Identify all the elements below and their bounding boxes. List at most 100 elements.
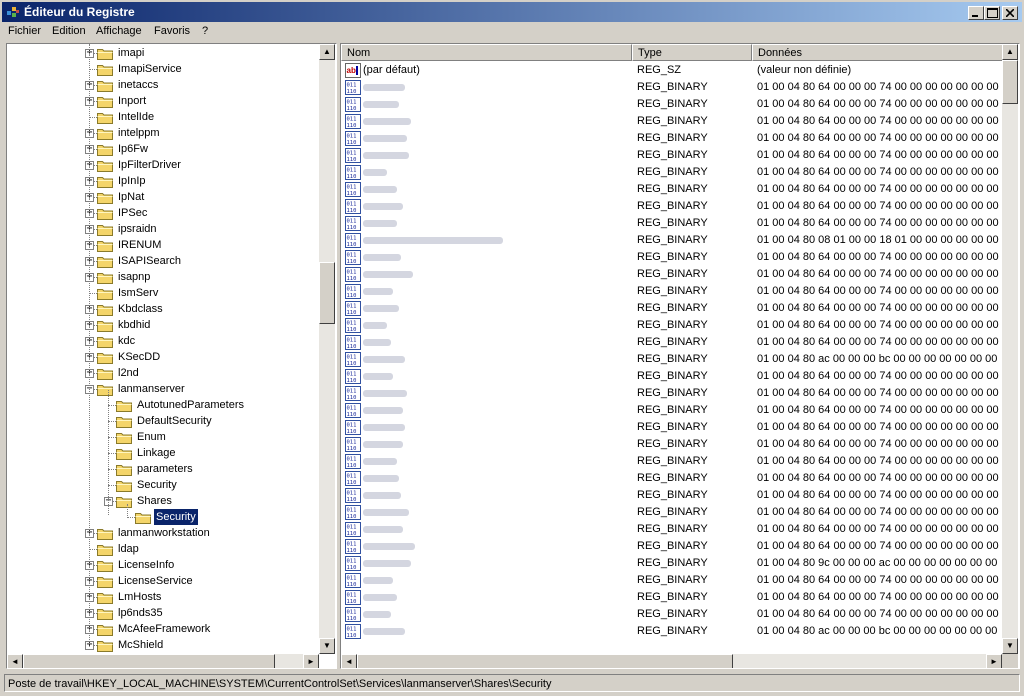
tree-node[interactable]: Enum [7, 429, 317, 445]
tree-node[interactable]: + isapnp [7, 269, 317, 285]
value-row[interactable]: 011 110 REG_BINARY 01 00 04 80 64 00 00 00 … [341, 334, 1001, 351]
tree-node[interactable]: + Inport [7, 93, 317, 109]
tree-node[interactable]: + Ip6Fw [7, 141, 317, 157]
maximize-button[interactable] [984, 6, 1000, 20]
list-scroll-down-button[interactable]: ▼ [1002, 638, 1018, 654]
value-row[interactable]: 011 110 REG_BINARY 01 00 04 80 64 00 00 00 … [341, 198, 1001, 215]
tree-node[interactable]: + KSecDD [7, 349, 317, 365]
value-row[interactable]: 011 110 REG_BINARY 01 00 04 80 64 00 00 00 … [341, 487, 1001, 504]
tree-node[interactable]: IsmServ [7, 285, 317, 301]
tree-scroll-up-button[interactable]: ▲ [319, 44, 335, 60]
tree-node[interactable]: + kdc [7, 333, 317, 349]
tree-node[interactable]: AutotunedParameters [7, 397, 317, 413]
list-scroll-left-button[interactable]: ◄ [341, 654, 357, 668]
list-scroll-right-button[interactable]: ► [986, 654, 1002, 668]
value-row[interactable]: 011 110 REG_BINARY 01 00 04 80 64 00 00 00 … [341, 215, 1001, 232]
column-header-nom[interactable]: Nom [341, 44, 632, 61]
value-row[interactable]: 011 110 REG_BINARY 01 00 04 80 64 00 00 00 … [341, 419, 1001, 436]
tree-node[interactable]: + ISAPISearch [7, 253, 317, 269]
tree-scroll-right-button[interactable]: ► [303, 654, 319, 668]
value-row[interactable]: 011 110 REG_BINARY 01 00 04 80 64 00 00 00 … [341, 385, 1001, 402]
tree-node[interactable]: DefaultSecurity [7, 413, 317, 429]
list-scroll-track[interactable] [1002, 60, 1018, 638]
tree-node[interactable]: Security [7, 508, 317, 526]
value-row[interactable]: 011 110 REG_BINARY 01 00 04 80 64 00 00 00 … [341, 283, 1001, 300]
tree-node[interactable]: + imapi [7, 45, 317, 61]
value-row[interactable]: 011 110 REG_BINARY 01 00 04 80 64 00 00 00 … [341, 368, 1001, 385]
tree-node[interactable]: + ipsraidn [7, 221, 317, 237]
tree-node[interactable]: − Shares [7, 493, 317, 509]
value-row[interactable]: 011 110 REG_BINARY 01 00 04 80 64 00 00 00 … [341, 572, 1001, 589]
tree-node[interactable]: + IpNat [7, 189, 317, 205]
value-row[interactable]: 011 110 REG_BINARY 01 00 04 80 64 00 00 00 … [341, 470, 1001, 487]
tree-node[interactable]: parameters [7, 461, 317, 477]
value-row[interactable]: 011 110 REG_BINARY 01 00 04 80 64 00 00 00 … [341, 147, 1001, 164]
value-row[interactable]: 011 110 REG_BINARY 01 00 04 80 ac 00 00 00 … [341, 623, 1001, 640]
tree-node[interactable]: ldap [7, 541, 317, 557]
tree-node[interactable]: + l2nd [7, 365, 317, 381]
tree-node[interactable]: + IRENUM [7, 237, 317, 253]
title-bar[interactable]: Éditeur du Registre [2, 2, 1022, 22]
registry-key-tree[interactable]: ▲ ▼ ◄ ► + imapi ImapiService + inetaccs + Inpo… [6, 43, 337, 669]
value-row[interactable]: 011 110 REG_BINARY 01 00 04 80 64 00 00 00 … [341, 181, 1001, 198]
tree-node[interactable]: + lanmanworkstation [7, 525, 317, 541]
value-row[interactable]: 011 110 REG_BINARY 01 00 04 80 64 00 00 00 … [341, 113, 1001, 130]
tree-scroll-left-button[interactable]: ◄ [7, 654, 23, 668]
menu-favoris[interactable]: Favoris [154, 25, 190, 37]
tree-node[interactable]: + LicenseService [7, 573, 317, 589]
tree-node[interactable]: + LicenseInfo [7, 557, 317, 573]
menu-help[interactable]: ? [202, 25, 208, 37]
tree-hscroll-thumb[interactable] [23, 654, 275, 668]
value-row[interactable]: 011 110 REG_BINARY 01 00 04 80 ac 00 00 00 … [341, 351, 1001, 368]
value-row[interactable]: 011 110 REG_BINARY 01 00 04 80 64 00 00 00 … [341, 300, 1001, 317]
value-row[interactable]: 011 110 REG_BINARY 01 00 04 80 64 00 00 00 … [341, 266, 1001, 283]
menu-fichier[interactable]: Fichier [8, 25, 41, 37]
value-row[interactable]: ab (par défaut) REG_SZ (valeur non définie) [341, 62, 1001, 79]
tree-node[interactable]: + McShield [7, 637, 317, 653]
value-row[interactable]: 011 110 REG_BINARY 01 00 04 80 64 00 00 00 … [341, 96, 1001, 113]
tree-scroll-thumb[interactable] [319, 262, 335, 324]
tree-node[interactable]: − lanmanserver [7, 381, 317, 397]
tree-node[interactable]: Linkage [7, 445, 317, 461]
list-scroll-up-button[interactable]: ▲ [1002, 44, 1018, 60]
value-row[interactable]: 011 110 REG_BINARY 01 00 04 80 64 00 00 00 … [341, 402, 1001, 419]
tree-node[interactable]: + IPSec [7, 205, 317, 221]
tree-node[interactable]: + inetaccs [7, 77, 317, 93]
tree-scroll-track[interactable] [319, 60, 335, 638]
tree-node[interactable]: + kbdhid [7, 317, 317, 333]
value-row[interactable]: 011 110 REG_BINARY 01 00 04 80 64 00 00 00 … [341, 164, 1001, 181]
tree-node[interactable]: ImapiService [7, 61, 317, 77]
tree-node[interactable]: + IpInIp [7, 173, 317, 189]
value-row[interactable]: 011 110 REG_BINARY 01 00 04 80 64 00 00 00 … [341, 589, 1001, 606]
close-button[interactable] [1002, 6, 1018, 20]
menu-edition[interactable]: Edition [52, 25, 86, 37]
value-row[interactable]: 011 110 REG_BINARY 01 00 04 80 9c 00 00 00 … [341, 555, 1001, 572]
registry-values-list[interactable]: 011 110 REG_BINARY 01 00 04 80 ac 00 00 00 … [340, 43, 1020, 669]
list-hscroll-thumb[interactable] [357, 654, 733, 668]
menu-affichage[interactable]: Affichage [96, 25, 142, 37]
column-header-donnees[interactable]: Données [752, 44, 1005, 61]
value-row[interactable]: 011 110 REG_BINARY 01 00 04 80 64 00 00 00 … [341, 436, 1001, 453]
value-row[interactable]: 011 110 REG_BINARY 01 00 04 80 64 00 00 00 … [341, 249, 1001, 266]
minimize-button[interactable] [968, 6, 984, 20]
value-row[interactable]: 011 110 REG_BINARY 01 00 04 80 64 00 00 00 … [341, 453, 1001, 470]
value-row[interactable]: 011 110 REG_BINARY 01 00 04 80 64 00 00 00 … [341, 521, 1001, 538]
tree-node[interactable]: IntelIde [7, 109, 317, 125]
tree-node[interactable]: + IpFilterDriver [7, 157, 317, 173]
tree-node[interactable]: + McAfeeFramework [7, 621, 317, 637]
tree-node[interactable]: + Kbdclass [7, 301, 317, 317]
value-row[interactable]: 011 110 REG_BINARY 01 00 04 80 64 00 00 00 … [341, 79, 1001, 96]
value-row[interactable]: 011 110 REG_BINARY 01 00 04 80 64 00 00 00 … [341, 130, 1001, 147]
tree-node[interactable]: + intelppm [7, 125, 317, 141]
value-row[interactable]: 011 110 REG_BINARY 01 00 04 80 64 00 00 00 … [341, 606, 1001, 623]
tree-node[interactable]: Security [7, 477, 317, 493]
value-row[interactable]: 011 110 REG_BINARY 01 00 04 80 08 01 00 00 … [341, 232, 1001, 249]
tree-scroll-down-button[interactable]: ▼ [319, 638, 335, 654]
tree-node[interactable]: + LmHosts [7, 589, 317, 605]
value-row[interactable]: 011 110 REG_BINARY 01 00 04 80 64 00 00 00 … [341, 504, 1001, 521]
value-row[interactable]: 011 110 REG_BINARY 01 00 04 80 64 00 00 00 … [341, 538, 1001, 555]
tree-node[interactable]: + lp6nds35 [7, 605, 317, 621]
column-header-type[interactable]: Type [632, 44, 752, 61]
value-row[interactable]: 011 110 REG_BINARY 01 00 04 80 64 00 00 00 … [341, 317, 1001, 334]
list-scroll-thumb[interactable] [1002, 60, 1018, 104]
